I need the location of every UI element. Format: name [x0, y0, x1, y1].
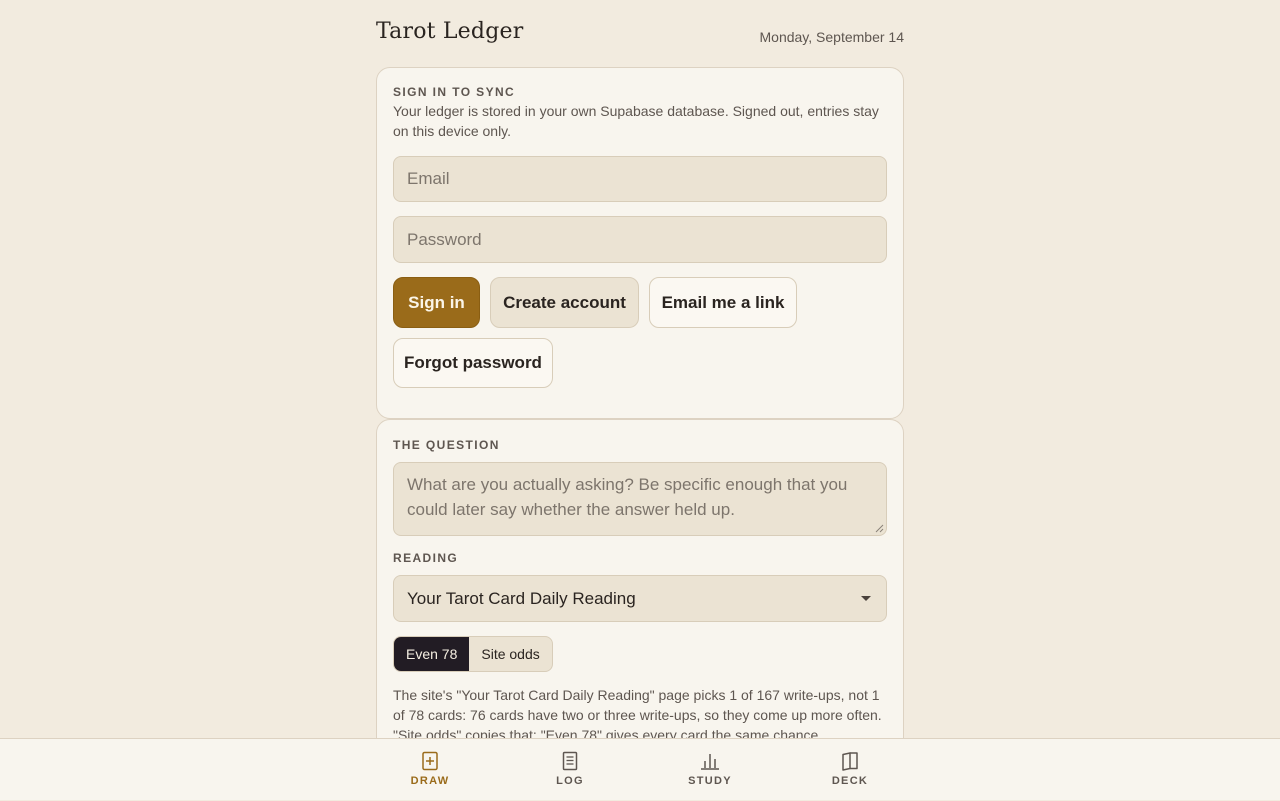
email-placeholder: Email — [407, 169, 450, 188]
main-column: Tarot Ledger Monday, September 14 Sign i… — [376, 0, 904, 738]
plus-card-icon — [422, 751, 438, 771]
sign-in-description: Your ledger is stored in your own Supaba… — [393, 103, 879, 139]
forgot-password-button[interactable]: Forgot password — [393, 338, 553, 388]
email-link-button[interactable]: Email me a link — [649, 277, 797, 328]
nav-item-study[interactable]: STUDY — [660, 739, 760, 801]
password-placeholder: Password — [407, 229, 482, 249]
email-field[interactable]: Email — [393, 156, 887, 202]
sign-in-card: Sign in to sync Your ledger is stored in… — [376, 67, 904, 419]
question-label: The question — [393, 438, 500, 452]
nav-label-draw: DRAW — [410, 775, 450, 787]
nav-item-deck[interactable]: DECK — [800, 739, 900, 801]
bottom-nav: DRAW LOG STUDY DECK — [0, 738, 1280, 800]
nav-label-log: LOG — [556, 775, 584, 787]
current-date: Monday, September 14 — [759, 29, 905, 45]
app-title: Tarot Ledger — [376, 19, 524, 44]
nav-item-draw[interactable]: DRAW — [380, 739, 480, 801]
site-odds-option[interactable]: Site odds — [469, 637, 551, 671]
question-placeholder: What are you actually asking? Be specifi… — [407, 475, 848, 519]
nav-label-deck: DECK — [831, 775, 869, 787]
book-icon — [842, 752, 858, 771]
bar-chart-icon — [701, 754, 719, 770]
odds-note: The site's "Your Tarot Card Daily Readin… — [393, 687, 882, 738]
resize-grip-icon[interactable] — [874, 523, 884, 533]
even-78-option[interactable]: Even 78 — [394, 637, 470, 671]
question-card: The question What are you actually askin… — [376, 419, 904, 738]
sign-in-label: Sign in to sync — [393, 85, 516, 99]
question-textarea[interactable]: What are you actually asking? Be specifi… — [393, 462, 887, 536]
reading-selected-value: Your Tarot Card Daily Reading — [407, 588, 636, 608]
sign-in-button[interactable]: Sign in — [393, 277, 480, 328]
reading-label: Reading — [393, 551, 459, 565]
document-icon — [562, 751, 578, 771]
nav-label-study: STUDY — [688, 775, 732, 787]
nav-item-log[interactable]: LOG — [520, 739, 620, 801]
top-bar: Tarot Ledger Monday, September 14 — [376, 0, 904, 67]
reading-select[interactable]: Your Tarot Card Daily Reading — [393, 575, 887, 622]
create-account-button[interactable]: Create account — [490, 277, 639, 328]
password-field[interactable]: Password — [393, 216, 887, 263]
chevron-down-icon — [861, 596, 871, 601]
odds-toggle: Even 78 Site odds — [393, 636, 553, 672]
